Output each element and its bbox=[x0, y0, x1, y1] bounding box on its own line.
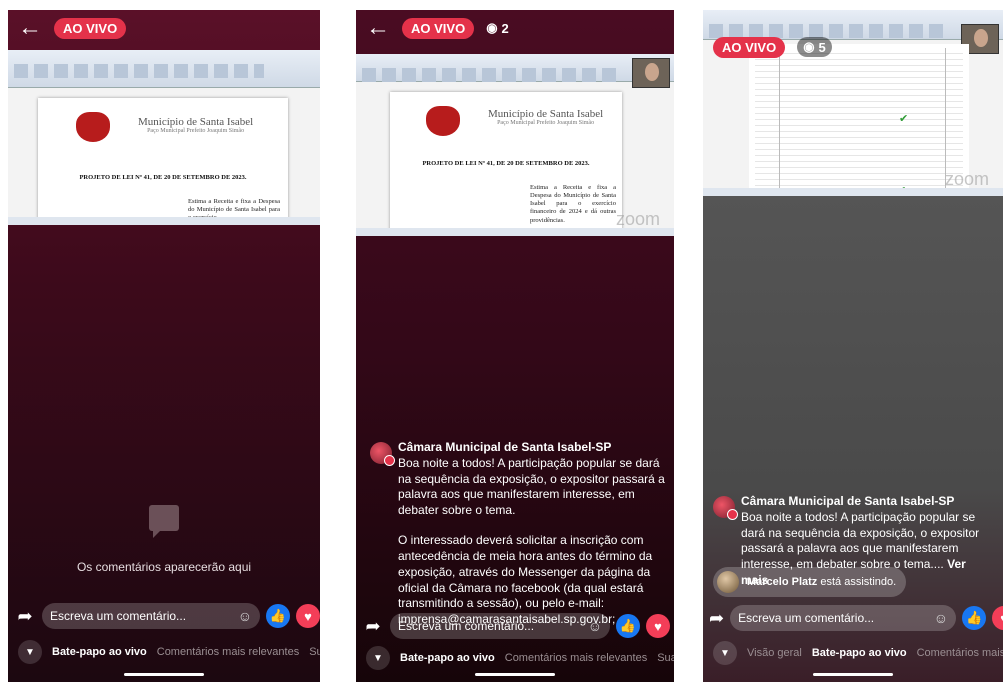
ementa-text: Estima a Receita e fixa a Despesa do Mun… bbox=[530, 184, 616, 224]
chevron-down-icon[interactable]: ▼ bbox=[18, 640, 42, 664]
live-badge: AO VIVO bbox=[713, 36, 786, 58]
presenter-camera bbox=[632, 58, 670, 88]
comment-author[interactable]: Câmara Municipal de Santa Isabel-SP bbox=[398, 440, 666, 456]
tab-bar: ▼ Bate-papo ao vivo Comentários mais rel… bbox=[356, 643, 674, 673]
share-arrow-icon[interactable]: ➦ bbox=[14, 606, 36, 627]
law-title: PROJETO DE LEI Nº 41, DE 20 DE SETEMBRO … bbox=[79, 174, 247, 181]
word-ribbon bbox=[356, 54, 674, 82]
back-arrow-icon[interactable]: ← bbox=[18, 16, 42, 40]
status-bar bbox=[8, 217, 320, 225]
eye-icon: ◉ bbox=[803, 39, 815, 54]
home-indicator bbox=[813, 673, 893, 676]
city-crest-icon bbox=[426, 106, 460, 136]
thumbs-up-icon[interactable]: 👍 bbox=[616, 614, 640, 638]
share-arrow-icon[interactable]: ➦ bbox=[362, 616, 384, 637]
empty-comments: Os comentários aparecerão aqui bbox=[8, 505, 320, 574]
tab-overview[interactable]: Visão geral bbox=[747, 647, 802, 659]
status-bar bbox=[356, 228, 674, 236]
word-ribbon bbox=[8, 50, 320, 88]
tab-live-chat[interactable]: Bate-papo ao vivo bbox=[400, 652, 495, 664]
thumbs-up-icon[interactable]: 👍 bbox=[962, 606, 987, 630]
chat-comment: Câmara Municipal de Santa Isabel-SP Boa … bbox=[370, 440, 666, 628]
header: AO VIVO ◉ 5 bbox=[703, 32, 1003, 62]
comment-author[interactable]: Câmara Municipal de Santa Isabel-SP bbox=[741, 494, 995, 510]
status-bar bbox=[703, 188, 1003, 196]
law-title: PROJETO DE LEI Nº 41, DE 20 DE SETEMBRO … bbox=[422, 160, 590, 167]
tab-top-comments[interactable]: Comentários mais relevantes bbox=[157, 646, 299, 658]
tab-yours[interactable]: Suas re bbox=[309, 646, 320, 658]
tab-live-chat[interactable]: Bate-papo ao vivo bbox=[52, 646, 147, 658]
heart-icon[interactable]: ♥ bbox=[646, 614, 670, 638]
home-indicator bbox=[475, 673, 555, 676]
tab-top-comments[interactable]: Comentários mais relevantes bbox=[505, 652, 647, 664]
document-page: Município de Santa Isabel Paço Municipal… bbox=[390, 92, 622, 232]
chevron-down-icon[interactable]: ▼ bbox=[366, 646, 390, 670]
screen-3: ✔ ✔ zoom AO VIVO ◉ 5 Câmara Municipal de… bbox=[703, 10, 1003, 682]
municipality-title: Município de Santa Isabel Paço Municipal… bbox=[488, 108, 604, 126]
municipality-title: Município de Santa Isabel Paço Municipal… bbox=[138, 116, 254, 134]
comment-bubble-icon bbox=[149, 505, 179, 538]
comment-input[interactable]: Escreva um comentário... ☺ bbox=[730, 605, 957, 631]
comment-text: Boa noite a todos! A participação popula… bbox=[398, 455, 665, 518]
heart-icon[interactable]: ♥ bbox=[992, 606, 1003, 630]
tab-bar: ▼ Bate-papo ao vivo Comentários mais rel… bbox=[8, 637, 320, 667]
empty-comments-text: Os comentários aparecerão aqui bbox=[76, 560, 252, 574]
viewer-name[interactable]: Marcelo Platz bbox=[747, 576, 817, 588]
header: ← AO VIVO bbox=[8, 10, 320, 46]
zoom-watermark: zoom bbox=[944, 169, 989, 189]
checkmark-icon: ✔ bbox=[899, 113, 909, 125]
sticker-icon[interactable]: ☺ bbox=[934, 610, 948, 626]
comment-bar: ➦ Escreva um comentário... ☺ 👍 ♥ bbox=[703, 602, 1003, 634]
tab-bar: ▼ Visão geral Bate-papo ao vivo Comentár… bbox=[703, 638, 1003, 668]
home-indicator bbox=[124, 673, 204, 676]
live-badge: AO VIVO bbox=[54, 17, 127, 39]
avatar[interactable] bbox=[717, 571, 739, 593]
comment-input[interactable]: Escreva um comentário... ☺ bbox=[42, 603, 260, 629]
eye-icon: ◉ bbox=[486, 20, 498, 35]
video-stream[interactable]: Município de Santa Isabel Paço Municipal… bbox=[356, 54, 674, 236]
viewer-joined-notice: Marcelo Platz está assistindo. bbox=[713, 567, 907, 597]
screen-2: ← AO VIVO ◉ 2 Município de Santa Isabel … bbox=[356, 10, 674, 682]
sticker-icon[interactable]: ☺ bbox=[238, 608, 252, 624]
heart-icon[interactable]: ♥ bbox=[296, 604, 320, 628]
avatar[interactable] bbox=[713, 496, 738, 520]
avatar[interactable] bbox=[370, 442, 395, 466]
live-badge: AO VIVO bbox=[402, 17, 475, 39]
city-crest-icon bbox=[76, 112, 110, 142]
video-stream[interactable]: Município de Santa Isabel Paço Municipal… bbox=[8, 50, 320, 225]
sticker-icon[interactable]: ☺ bbox=[588, 618, 602, 634]
tab-live-chat[interactable]: Bate-papo ao vivo bbox=[812, 647, 907, 659]
comment-bar: ➦ Escreva um comentário... ☺ 👍 ♥ bbox=[356, 610, 674, 642]
comment-input[interactable]: Escreva um comentário... ☺ bbox=[390, 613, 610, 639]
tab-yours[interactable]: Suas re bbox=[657, 652, 674, 664]
zoom-watermark: zoom bbox=[615, 209, 660, 229]
thumbs-up-icon[interactable]: 👍 bbox=[266, 604, 290, 628]
share-arrow-icon[interactable]: ➦ bbox=[709, 608, 724, 629]
back-arrow-icon[interactable]: ← bbox=[366, 16, 390, 40]
viewer-count: ◉ 2 bbox=[486, 20, 509, 36]
comment-bar: ➦ Escreva um comentário... ☺ 👍 ♥ bbox=[8, 600, 320, 632]
tab-top-comments[interactable]: Comentários mais releva bbox=[917, 647, 1003, 659]
viewer-count: ◉ 5 bbox=[797, 37, 832, 57]
chevron-down-icon[interactable]: ▼ bbox=[713, 641, 737, 665]
screen-1: ← AO VIVO Município de Santa Isabel Paço… bbox=[8, 10, 320, 682]
header: ← AO VIVO ◉ 2 bbox=[356, 10, 674, 46]
budget-table: ✔ ✔ bbox=[749, 44, 969, 196]
document-page: Município de Santa Isabel Paço Municipal… bbox=[38, 98, 288, 225]
